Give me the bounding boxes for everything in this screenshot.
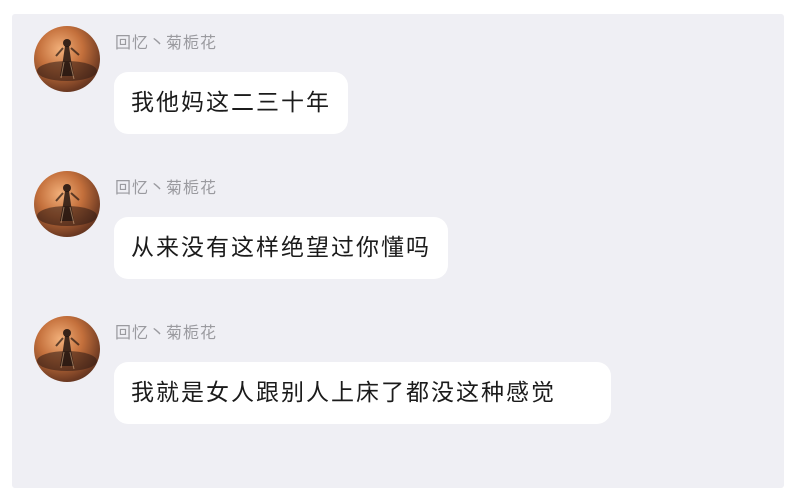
- message-bubble[interactable]: 我他妈这二三十年: [114, 72, 348, 134]
- avatar-photo-icon[interactable]: [34, 26, 100, 92]
- avatar-photo-icon[interactable]: [34, 316, 100, 382]
- sender-name: 回忆丶菊栀花: [115, 323, 218, 342]
- message-bubble[interactable]: 我就是女人跟别人上床了都没这种感觉: [114, 362, 611, 424]
- sender-name: 回忆丶菊栀花: [115, 178, 218, 197]
- message-bubble[interactable]: 从来没有这样绝望过你懂吗: [114, 217, 448, 279]
- sender-name: 回忆丶菊栀花: [115, 33, 218, 52]
- avatar-photo-icon[interactable]: [34, 171, 100, 237]
- chat-panel: 回忆丶菊栀花 我他妈这二三十年 回忆丶菊栀花 从来没有这样绝望过你懂吗 回忆丶菊…: [12, 14, 784, 488]
